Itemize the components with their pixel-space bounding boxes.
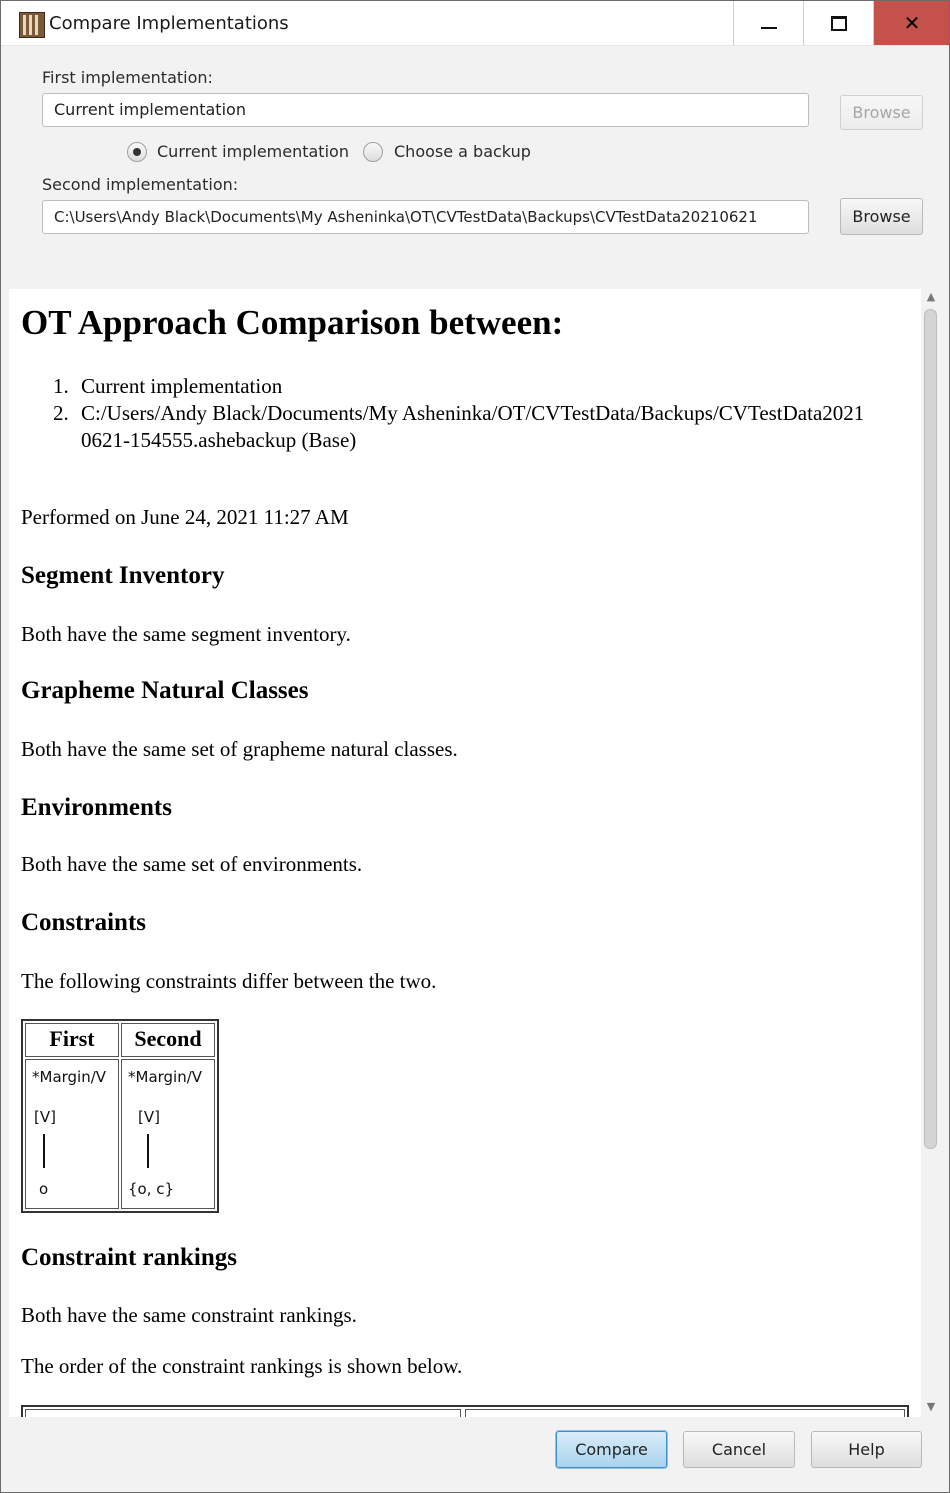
constraint-bottom: {o, c} — [128, 1180, 175, 1198]
list-item-number: 2. — [53, 401, 69, 425]
rankings-header-cell — [25, 1409, 461, 1417]
second-browse-button[interactable]: Browse — [840, 198, 923, 235]
constraints-table: First Second *Margin/V [V] o *Margin/V [… — [21, 1019, 219, 1213]
report-scrollbar[interactable]: ▲ ▼ — [921, 289, 941, 1417]
section-heading: Grapheme Natural Classes — [21, 677, 309, 704]
section-heading: Segment Inventory — [21, 562, 225, 589]
window-title: Compare Implementations — [49, 13, 289, 34]
section-text: Both have the same set of grapheme natur… — [21, 737, 458, 761]
first-implementation-field[interactable]: Current implementation — [42, 93, 809, 127]
constraint-top: [V] — [138, 1108, 160, 1126]
table-header-second: Second — [121, 1023, 215, 1057]
constraint-top: [V] — [34, 1108, 56, 1126]
choose-backup-radio-label[interactable]: Choose a backup — [394, 142, 531, 161]
table-header-first: First — [25, 1023, 119, 1057]
compare-implementations-dialog: Compare Implementations ✕ First implemen… — [0, 0, 950, 1493]
association-line — [43, 1134, 45, 1168]
first-browse-button[interactable]: Browse — [840, 95, 923, 130]
second-implementation-field[interactable]: C:\Users\Andy Black\Documents\My Ashenin… — [42, 200, 809, 234]
scroll-down-icon[interactable]: ▼ — [925, 1401, 937, 1413]
choose-backup-radio[interactable] — [363, 142, 383, 162]
maximize-icon — [831, 15, 847, 31]
minimize-icon — [761, 27, 777, 29]
close-icon: ✕ — [903, 11, 921, 35]
scroll-up-icon[interactable]: ▲ — [925, 291, 937, 303]
implementation-list: 1. Current implementation 2. C:/Users/An… — [53, 373, 873, 454]
constraint-name: *Margin/V — [32, 1068, 107, 1086]
minimize-button[interactable] — [733, 1, 804, 45]
scrollbar-thumb[interactable] — [924, 309, 937, 1149]
constraint-bottom: o — [39, 1180, 49, 1198]
section-heading: Constraint rankings — [21, 1244, 238, 1271]
section-heading: Environments — [21, 794, 172, 821]
current-implementation-radio-label[interactable]: Current implementation — [157, 142, 349, 161]
section-text: Both have the same constraint rankings. — [21, 1303, 357, 1327]
table-cell-first: *Margin/V [V] o — [25, 1059, 119, 1209]
list-item-text: Current implementation — [81, 374, 283, 398]
help-button[interactable]: Help — [811, 1431, 922, 1468]
current-implementation-radio[interactable] — [127, 142, 147, 162]
maximize-button[interactable] — [803, 1, 874, 45]
title-bar: Compare Implementations ✕ — [1, 1, 949, 46]
list-item-number: 1. — [53, 374, 69, 398]
performed-date: Performed on June 24, 2021 11:27 AM — [21, 505, 349, 529]
constraint-name: *Margin/V — [128, 1068, 203, 1086]
section-text: The order of the constraint rankings is … — [21, 1354, 463, 1378]
list-item-text: C:/Users/Andy Black/Documents/My Ashenin… — [81, 401, 865, 452]
section-text: Both have the same segment inventory. — [21, 622, 351, 646]
table-cell-second: *Margin/V [V] {o, c} — [121, 1059, 215, 1209]
close-button[interactable]: ✕ — [873, 1, 949, 45]
second-implementation-label: Second implementation: — [42, 175, 239, 194]
section-text: The following constraints differ between… — [21, 969, 437, 993]
association-line — [147, 1134, 149, 1168]
bookshelf-icon — [19, 12, 45, 38]
compare-button[interactable]: Compare — [556, 1431, 667, 1468]
report-title: OT Approach Comparison between: — [21, 303, 564, 342]
first-implementation-label: First implementation: — [42, 68, 213, 87]
rankings-table — [21, 1405, 909, 1417]
section-heading: Constraints — [21, 909, 147, 936]
section-text: Both have the same set of environments. — [21, 852, 363, 876]
list-item: 1. Current implementation — [53, 373, 873, 400]
comparison-report[interactable]: OT Approach Comparison between: 1. Curre… — [9, 289, 921, 1417]
rankings-header-cell — [465, 1409, 905, 1417]
cancel-button[interactable]: Cancel — [683, 1431, 795, 1468]
list-item: 2. C:/Users/Andy Black/Documents/My Ashe… — [53, 400, 873, 454]
